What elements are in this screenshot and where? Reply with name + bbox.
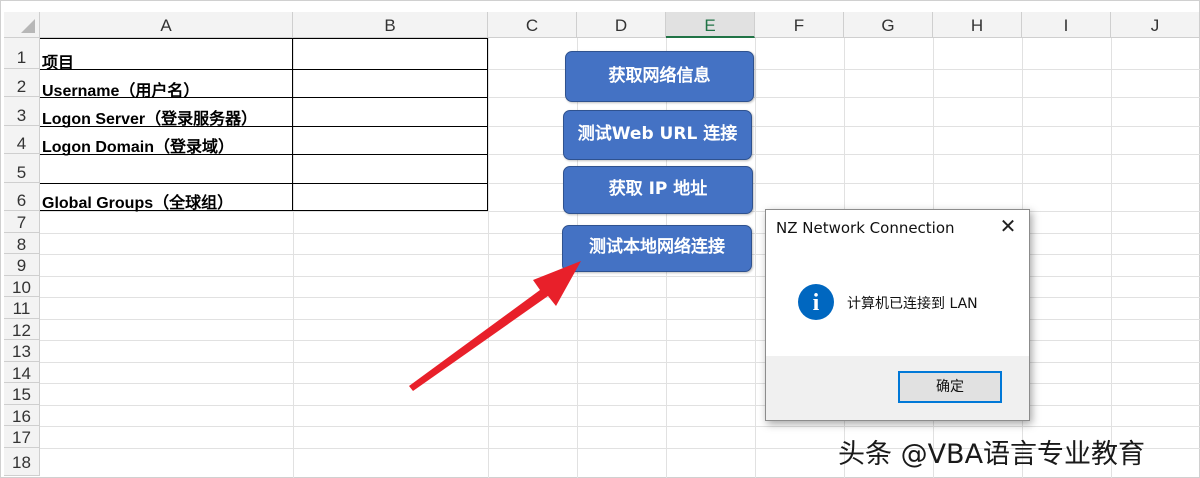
row-header-13[interactable]: 13	[4, 340, 40, 362]
row-header-17[interactable]: 17	[4, 426, 40, 448]
red-arrow-icon	[409, 261, 581, 391]
gridline	[293, 38, 294, 478]
column-header-d[interactable]: D	[577, 12, 666, 38]
test-local-network-button[interactable]: 测试本地网络连接	[562, 225, 752, 272]
gridline	[40, 426, 1200, 427]
gridline	[1111, 38, 1112, 478]
ok-button[interactable]: 确定	[898, 371, 1002, 403]
table-border	[40, 69, 488, 70]
select-all-triangle-icon	[21, 19, 35, 33]
info-glyph: i	[813, 290, 820, 316]
row-header-12[interactable]: 12	[4, 319, 40, 340]
row-header-18[interactable]: 18	[4, 448, 40, 476]
column-header-h[interactable]: H	[933, 12, 1022, 38]
row-header-5[interactable]: 5	[4, 154, 40, 183]
cell-a6[interactable]: Global Groups（全球组）	[42, 189, 233, 213]
row-header-8[interactable]: 8	[4, 233, 40, 254]
gridline	[755, 38, 756, 478]
cell-a4[interactable]: Logon Domain（登录域）	[42, 133, 234, 157]
cell-a3[interactable]: Logon Server（登录服务器）	[42, 105, 257, 129]
row-header-11[interactable]: 11	[4, 297, 40, 319]
row-header-9[interactable]: 9	[4, 254, 40, 276]
watermark: 头条 @VBA语言专业教育	[838, 439, 1146, 470]
column-header-c[interactable]: C	[488, 12, 577, 38]
test-web-url-button[interactable]: 测试Web URL 连接	[563, 110, 752, 160]
column-header-j[interactable]: J	[1111, 12, 1200, 38]
row-header-2[interactable]: 2	[4, 69, 40, 97]
row-header-1[interactable]: 1	[4, 38, 40, 69]
dialog-title: NZ Network Connection	[776, 219, 955, 237]
cell-a2[interactable]: Username（用户名）	[42, 77, 199, 101]
column-header-f[interactable]: F	[755, 12, 844, 38]
select-all-corner[interactable]	[4, 12, 40, 38]
dialog-message: 计算机已连接到 LAN	[847, 296, 978, 312]
column-header-g[interactable]: G	[844, 12, 933, 38]
get-ip-address-button[interactable]: 获取 IP 地址	[563, 166, 753, 214]
info-icon: i	[798, 284, 834, 320]
row-header-10[interactable]: 10	[4, 276, 40, 297]
arrow-shape	[409, 261, 581, 391]
get-network-info-button[interactable]: 获取网络信息	[565, 51, 754, 102]
column-header-a[interactable]: A	[40, 12, 293, 38]
column-header-i[interactable]: I	[1022, 12, 1111, 38]
row-header-7[interactable]: 7	[4, 211, 40, 233]
table-border	[40, 183, 488, 184]
row-header-4[interactable]: 4	[4, 126, 40, 154]
message-dialog: NZ Network Connection ✕ i 计算机已连接到 LAN 确定	[765, 209, 1030, 421]
row-header-16[interactable]: 16	[4, 405, 40, 426]
row-header-15[interactable]: 15	[4, 383, 40, 405]
column-header-b[interactable]: B	[293, 12, 488, 38]
table-border	[40, 38, 488, 39]
row-header-3[interactable]: 3	[4, 97, 40, 126]
row-header-6[interactable]: 6	[4, 183, 40, 211]
cell-a1[interactable]: 项目	[42, 49, 74, 73]
table-border	[292, 38, 293, 211]
close-icon[interactable]: ✕	[997, 216, 1019, 238]
row-header-14[interactable]: 14	[4, 362, 40, 383]
table-border	[487, 38, 488, 211]
column-header-e[interactable]: E	[666, 12, 755, 38]
